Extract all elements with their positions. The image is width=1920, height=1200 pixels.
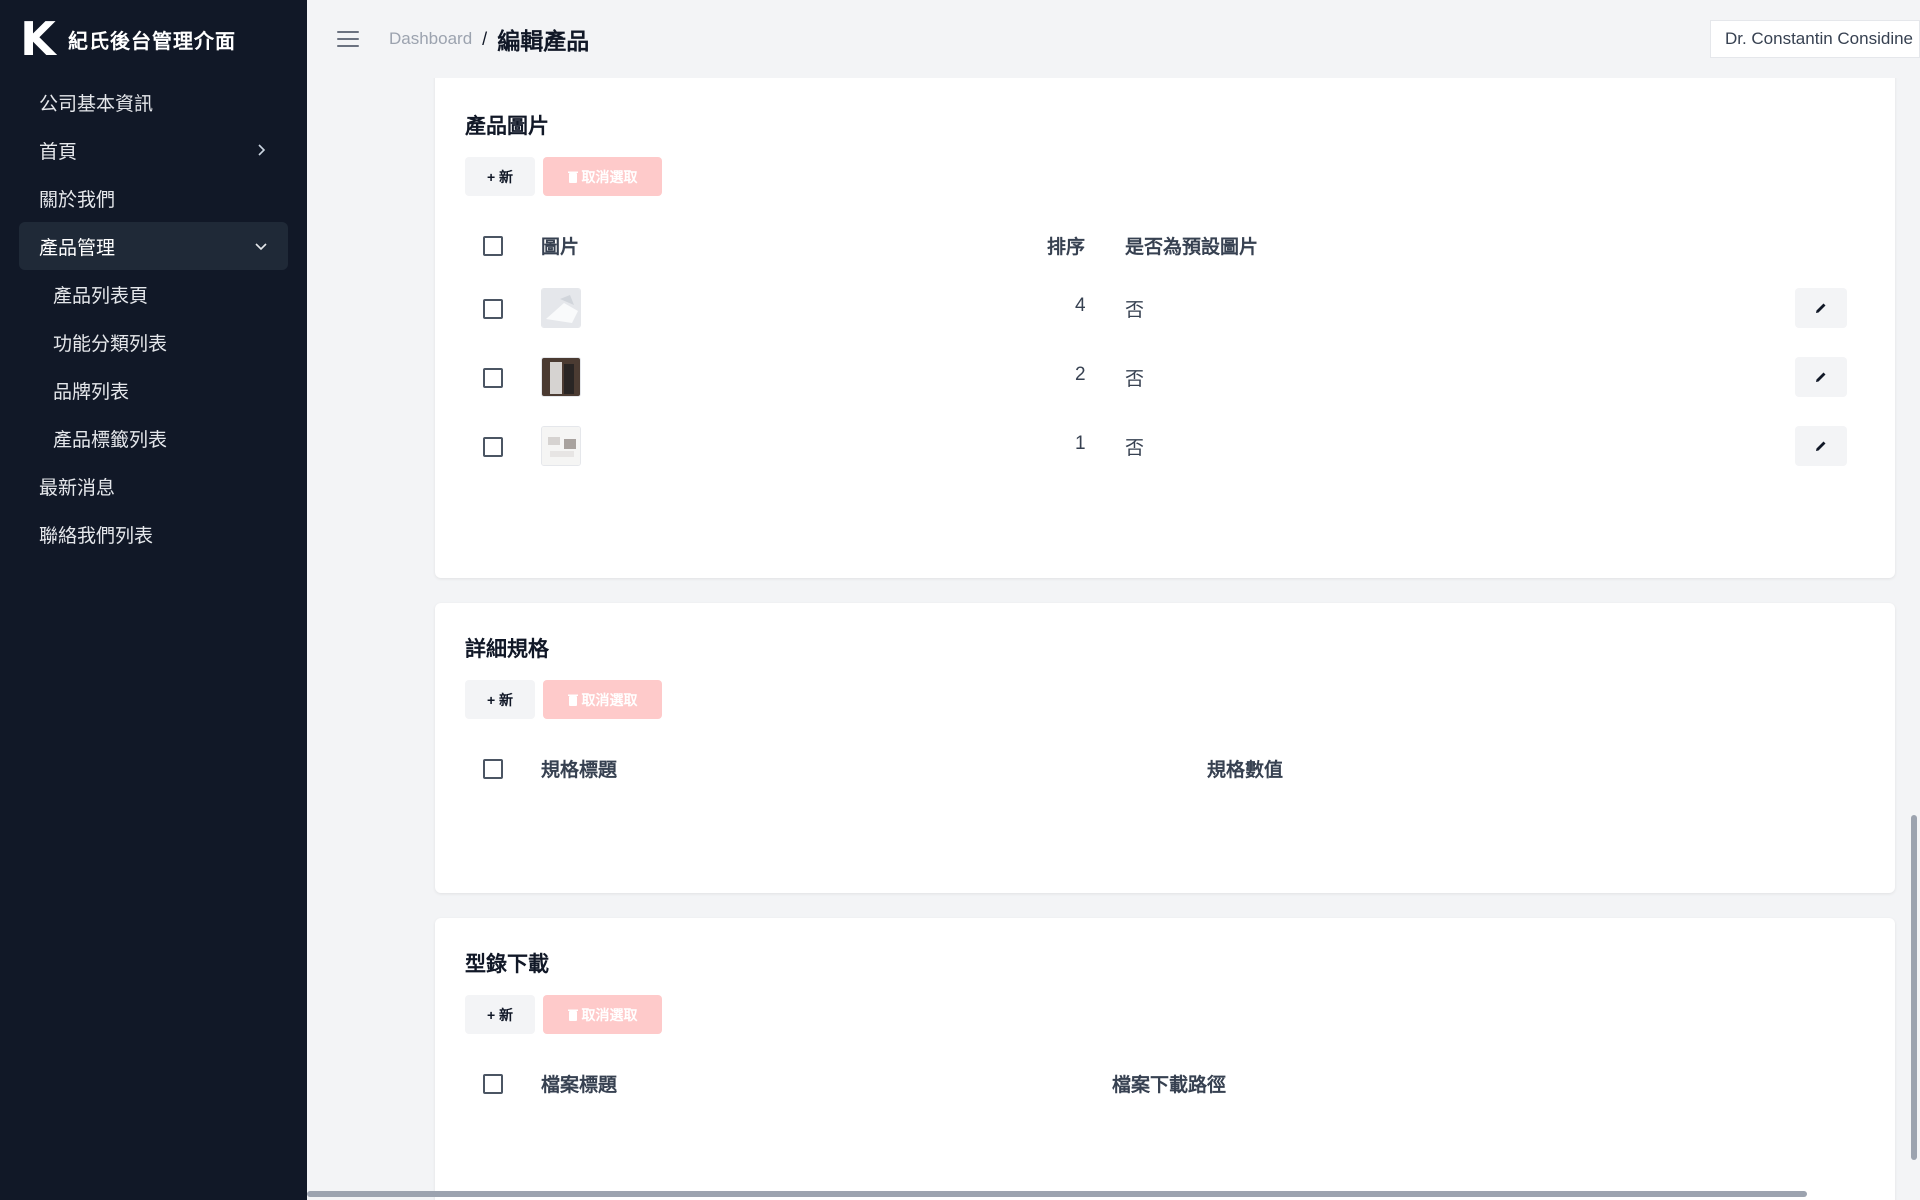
sidebar-item-label: 品牌列表 [53, 381, 130, 403]
deselect-label: 取消選取 [581, 168, 638, 185]
section-title: 型錄下載 [465, 953, 549, 976]
sidebar-item-label: 產品管理 [39, 237, 116, 259]
select-all-checkbox[interactable] [483, 236, 503, 256]
deselect-label: 取消選取 [581, 1006, 638, 1023]
column-header-order: 排序 [1047, 237, 1086, 258]
brand[interactable]: K 紀氏後台管理介面 [0, 0, 307, 78]
column-header-image: 圖片 [541, 237, 580, 258]
deselect-specs-button[interactable]: 取消選取 [543, 680, 662, 719]
row-checkbox[interactable] [483, 299, 503, 319]
app-name: 紀氏後台管理介面 [68, 30, 236, 53]
pencil-icon [1816, 441, 1826, 451]
add-spec-button[interactable]: + 新 [465, 680, 535, 719]
product-thumbnail[interactable] [541, 288, 581, 328]
sidebar-item-company-info[interactable]: 公司基本資訊 [19, 78, 288, 126]
vertical-scrollbar[interactable] [1911, 815, 1917, 1160]
sidebar-item-home[interactable]: 首頁 [19, 126, 288, 174]
sidebar-item-label: 聯絡我們列表 [39, 525, 154, 547]
sidebar-item-label: 最新消息 [39, 477, 116, 499]
row-checkbox[interactable] [483, 437, 503, 457]
add-image-button[interactable]: + 新 [465, 157, 535, 196]
pencil-icon [1816, 303, 1826, 313]
sidebar-item-tag-list[interactable]: 產品標籤列表 [33, 414, 288, 462]
sidebar-item-category-list[interactable]: 功能分類列表 [33, 318, 288, 366]
sidebar-item-label: 首頁 [39, 141, 78, 163]
sidebar: K 紀氏後台管理介面 公司基本資訊 首頁 關於我們 產品管理 產品列表頁 功能分… [0, 0, 307, 1200]
breadcrumb-separator: / [482, 28, 488, 49]
column-header-spec-value: 規格數值 [1207, 760, 1284, 781]
trash-icon [567, 1009, 578, 1021]
section-title: 產品圖片 [465, 115, 549, 138]
sidebar-item-product-list[interactable]: 產品列表頁 [33, 270, 288, 318]
edit-row-button[interactable] [1795, 288, 1847, 328]
sidebar-submenu: 產品列表頁 功能分類列表 品牌列表 產品標籤列表 [19, 270, 288, 462]
sidebar-item-label: 關於我們 [39, 189, 116, 211]
chevron-right-icon [254, 143, 268, 157]
product-images-card: 產品圖片 + 新 取消選取 圖片 排序 是否為預設圖片 4 否 2 否 1 否 [435, 78, 1895, 578]
row-checkbox[interactable] [483, 368, 503, 388]
column-header-default: 是否為預設圖片 [1125, 237, 1259, 258]
sidebar-item-about[interactable]: 關於我們 [19, 174, 288, 222]
sidebar-item-news[interactable]: 最新消息 [19, 462, 288, 510]
column-header-spec-title: 規格標題 [541, 760, 618, 781]
trash-icon [567, 694, 578, 706]
product-thumbnail[interactable] [541, 357, 581, 397]
logo-icon: K [20, 12, 56, 66]
sidebar-item-label: 產品列表頁 [53, 285, 149, 307]
product-thumbnail[interactable] [541, 426, 581, 466]
row-order: 2 [1075, 364, 1086, 385]
sidebar-item-label: 功能分類列表 [53, 333, 168, 355]
main-content: 產品圖片 + 新 取消選取 圖片 排序 是否為預設圖片 4 否 2 否 1 否 … [307, 78, 1920, 1200]
sidebar-item-contact-list[interactable]: 聯絡我們列表 [19, 510, 288, 558]
specs-card: 詳細規格 + 新 取消選取 規格標題 規格數值 [435, 603, 1895, 893]
user-menu-button[interactable]: Dr. Constantin Considine [1709, 20, 1920, 58]
trash-icon [567, 171, 578, 183]
hamburger-menu-icon[interactable] [337, 28, 359, 50]
column-header-file-path: 檔案下載路徑 [1112, 1075, 1227, 1096]
catalog-download-card: 型錄下載 + 新 取消選取 檔案標題 檔案下載路徑 [435, 918, 1895, 1200]
select-all-checkbox[interactable] [483, 759, 503, 779]
page-title: 編輯產品 [497, 28, 590, 54]
sidebar-item-brand-list[interactable]: 品牌列表 [33, 366, 288, 414]
horizontal-scrollbar[interactable] [307, 1191, 1807, 1197]
deselect-catalog-button[interactable]: 取消選取 [543, 995, 662, 1034]
section-title: 詳細規格 [465, 638, 549, 661]
sidebar-item-label: 公司基本資訊 [39, 93, 154, 115]
sidebar-item-label: 產品標籤列表 [53, 429, 168, 451]
chevron-down-icon [254, 239, 268, 253]
row-default: 否 [1125, 438, 1145, 459]
select-all-checkbox[interactable] [483, 1074, 503, 1094]
row-default: 否 [1125, 369, 1145, 390]
pencil-icon [1816, 372, 1826, 382]
column-header-file-title: 檔案標題 [541, 1075, 618, 1096]
sidebar-item-product-management[interactable]: 產品管理 [19, 222, 288, 270]
edit-row-button[interactable] [1795, 426, 1847, 466]
breadcrumb-dashboard[interactable]: Dashboard [389, 29, 472, 49]
deselect-images-button[interactable]: 取消選取 [543, 157, 662, 196]
add-catalog-button[interactable]: + 新 [465, 995, 535, 1034]
edit-row-button[interactable] [1795, 357, 1847, 397]
row-default: 否 [1125, 300, 1145, 321]
row-order: 4 [1075, 295, 1086, 316]
topbar: Dashboard / 編輯產品 Dr. Constantin Considin… [307, 0, 1920, 78]
sidebar-nav: 公司基本資訊 首頁 關於我們 產品管理 產品列表頁 功能分類列表 品牌列表 產品… [0, 78, 307, 558]
deselect-label: 取消選取 [581, 691, 638, 708]
row-order: 1 [1075, 433, 1086, 454]
